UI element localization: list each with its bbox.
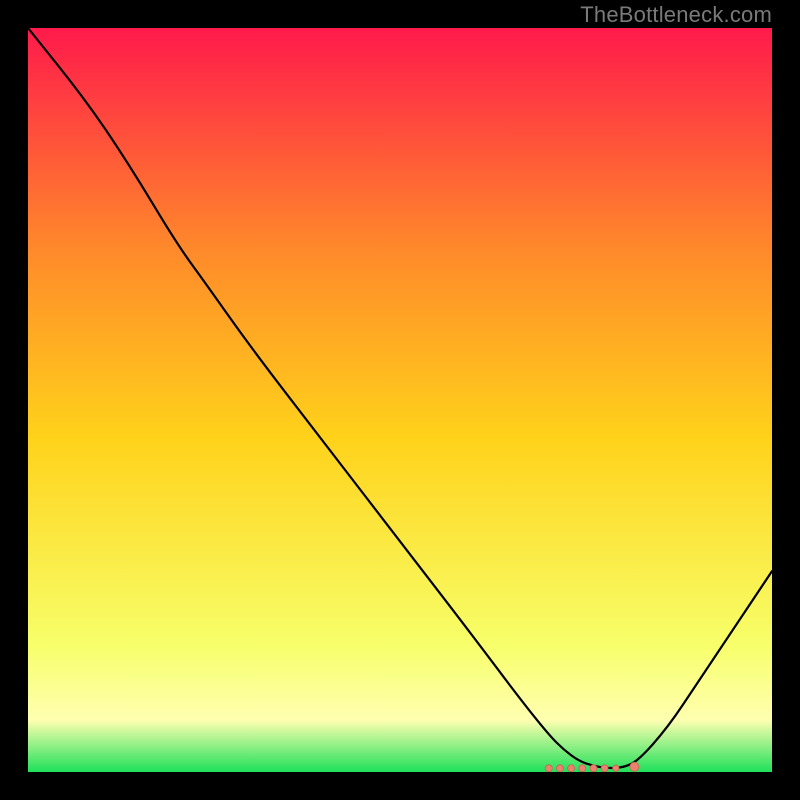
watermark-text: TheBottleneck.com [580,2,772,28]
bottleneck-chart [28,28,772,772]
